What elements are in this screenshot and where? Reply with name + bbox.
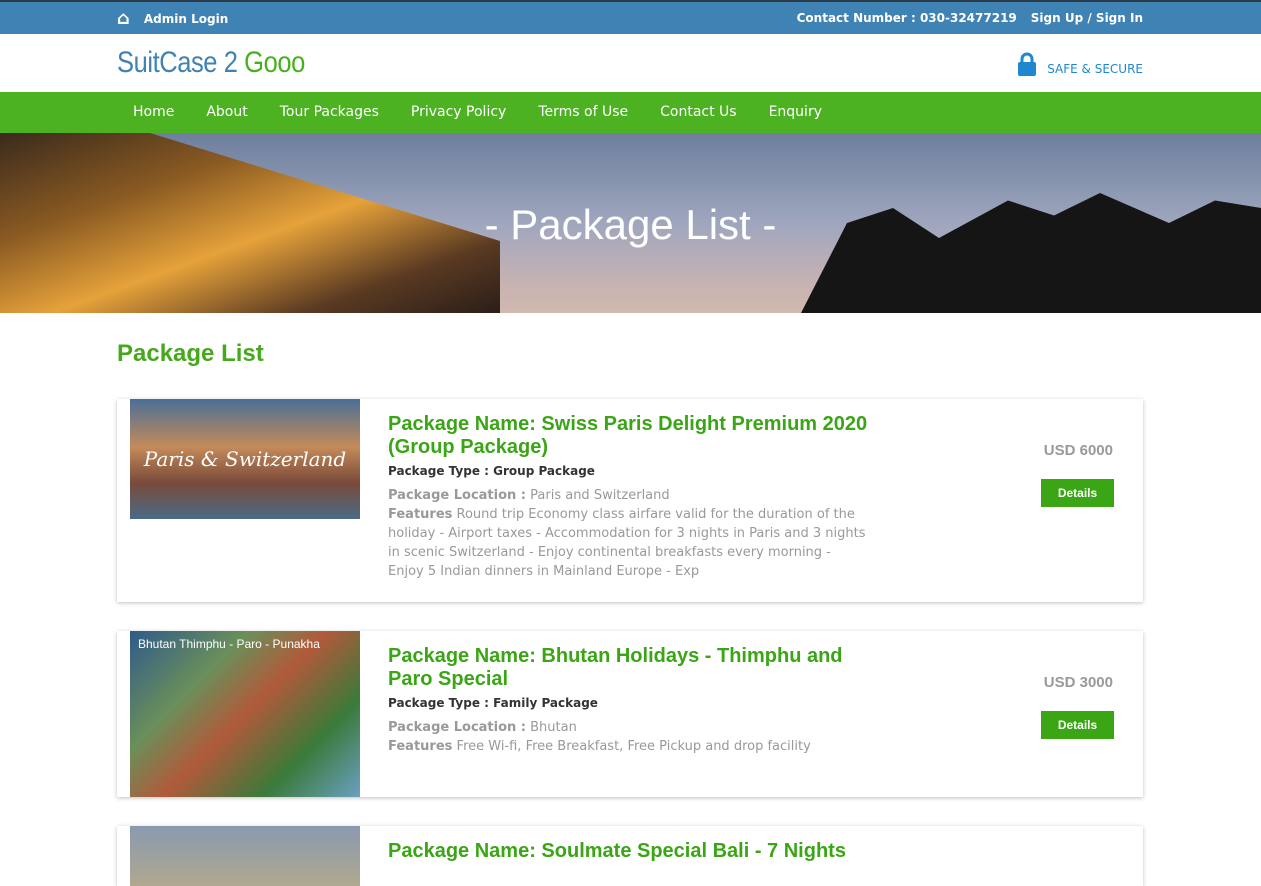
home-icon[interactable]: ⌂: [117, 8, 130, 29]
admin-login-link[interactable]: Admin Login: [144, 12, 228, 26]
safe-secure-badge: SAFE & SECURE: [1017, 52, 1143, 76]
details-button[interactable]: Details: [1041, 711, 1114, 739]
package-card: Package Name: Soulmate Special Bali - 7 …: [117, 826, 1143, 886]
nav-contact-us[interactable]: Contact Us: [644, 92, 752, 133]
package-location: Paris and Switzerland: [530, 488, 670, 503]
package-price: USD 6000: [1043, 442, 1113, 459]
lock-icon: [1018, 52, 1037, 76]
nav-enquiry[interactable]: Enquiry: [753, 92, 838, 133]
hero-title: - Package List -: [484, 201, 777, 248]
package-type: Package Type : Family Package: [388, 696, 598, 710]
site-header: SuitCase 2 Gooo SAFE & SECURE: [0, 34, 1261, 92]
package-image[interactable]: Bhutan Thimphu - Paro - Punakha: [130, 631, 360, 797]
nav-privacy-policy[interactable]: Privacy Policy: [395, 92, 522, 133]
contact-number: Contact Number : 030-32477219: [796, 11, 1017, 25]
signup-signin-link[interactable]: Sign Up / Sign In: [1031, 11, 1143, 25]
package-features: Free Wi-fi, Free Breakfast, Free Pickup …: [456, 739, 811, 754]
package-card: Bhutan Thimphu - Paro - Punakha Package …: [117, 631, 1143, 797]
section-title: Package List: [117, 340, 264, 367]
top-bar: ⌂ Admin Login Contact Number : 030-32477…: [0, 0, 1261, 34]
nav-about[interactable]: About: [190, 92, 263, 133]
package-name[interactable]: Package Name: Swiss Paris Delight Premiu…: [388, 413, 868, 459]
package-features: Round trip Economy class airfare valid f…: [388, 507, 866, 579]
nav-home[interactable]: Home: [117, 92, 190, 133]
details-button[interactable]: Details: [1041, 479, 1114, 507]
package-name[interactable]: Package Name: Bhutan Holidays - Thimphu …: [388, 645, 868, 691]
nav-terms-of-use[interactable]: Terms of Use: [522, 92, 644, 133]
package-location: Bhutan: [530, 720, 577, 735]
nav-tour-packages[interactable]: Tour Packages: [264, 92, 395, 133]
package-card: Paris & Switzerland Package Name: Swiss …: [117, 399, 1143, 602]
main-nav: Home About Tour Packages Privacy Policy …: [0, 92, 1261, 133]
package-image[interactable]: [130, 826, 360, 886]
logo[interactable]: SuitCase 2 Gooo: [117, 46, 305, 80]
package-type: Package Type : Group Package: [388, 464, 595, 478]
package-price: USD 3000: [1043, 674, 1113, 691]
package-image[interactable]: Paris & Switzerland: [130, 399, 360, 519]
hero-banner: - Package List -: [0, 133, 1261, 313]
